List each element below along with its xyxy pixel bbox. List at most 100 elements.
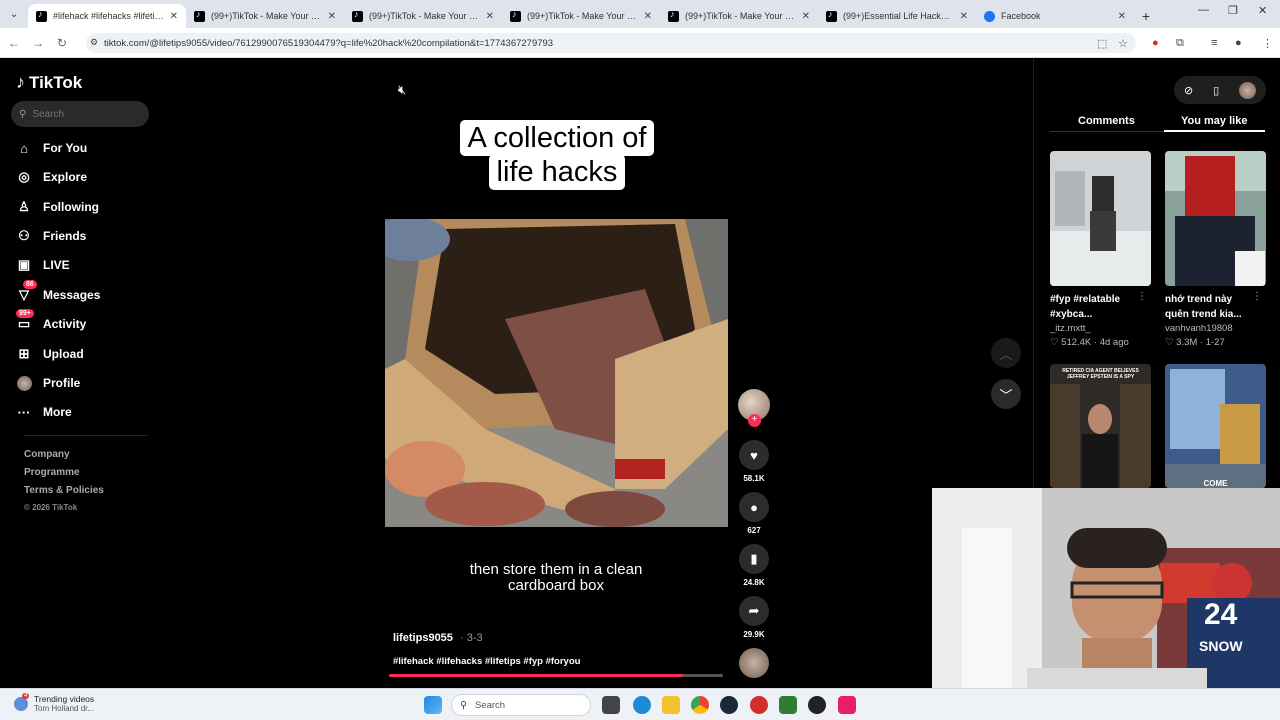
sidebar-item-more[interactable]: ··· More	[16, 404, 72, 420]
search-input[interactable]	[32, 108, 133, 120]
taskbar-search[interactable]: ⚲ Search	[451, 694, 591, 716]
edge-icon[interactable]	[633, 696, 651, 714]
sidebar-item-label: More	[43, 405, 72, 419]
file-explorer-icon[interactable]	[662, 696, 680, 714]
previous-video-chevron-up-icon[interactable]: ︿	[991, 338, 1021, 368]
muted-speaker-icon[interactable]: 🔇︎	[398, 82, 406, 98]
author-username[interactable]: lifetips9055	[393, 632, 453, 644]
tab-search-chevron-icon[interactable]: ⌄	[0, 0, 28, 28]
shirt-number: 24	[1204, 598, 1238, 631]
card-thumbnail[interactable]: COME	[1165, 364, 1266, 488]
sidebar-item-activity[interactable]: ▭ 99+ Activity	[16, 309, 86, 332]
browser-tab[interactable]: (99+)TikTok - Make Your Day ✕	[660, 4, 818, 28]
card-stats: ♡ 512.4K · 4d ago	[1050, 337, 1129, 348]
comment-button[interactable]: ● 627	[738, 492, 770, 535]
recommended-card[interactable]: COME	[1165, 364, 1266, 488]
green-app-icon[interactable]	[779, 696, 797, 714]
footer-terms-link[interactable]: Terms & Policies	[24, 485, 104, 496]
tiktok-icon	[194, 9, 205, 22]
sidebar-item-following[interactable]: ♙ Following	[16, 199, 99, 215]
windows-start-icon[interactable]	[424, 696, 442, 714]
window-close-icon[interactable]: ✕	[1258, 4, 1267, 17]
recommended-card[interactable]: RETIRED CIA AGENT BELIEVES JEFFREY EPSTE…	[1050, 364, 1151, 488]
close-icon[interactable]: ✕	[644, 11, 652, 22]
card-thumbnail[interactable]: RETIRED CIA AGENT BELIEVES JEFFREY EPSTE…	[1050, 364, 1151, 488]
card-thumbnail[interactable]	[1165, 151, 1266, 286]
sidebar-item-messages[interactable]: ▽ 86 Messages	[16, 280, 100, 303]
browser-tab[interactable]: (99+)Essential Life Hacks for Ev ✕	[818, 4, 976, 28]
save-button[interactable]: ▮ 24.8K	[738, 544, 770, 587]
close-icon[interactable]: ✕	[1118, 11, 1126, 22]
browser-menu-icon[interactable]: ⋮	[1262, 37, 1273, 50]
browser-tab-active[interactable]: #lifehack #lifehacks #lifetips #fyp ✕	[28, 4, 186, 28]
sidebar-item-for-you[interactable]: ⌂ For You	[16, 140, 87, 156]
sidebar-item-friends[interactable]: ⚇ Friends	[16, 228, 86, 244]
next-video-chevron-down-icon[interactable]: ﹀	[991, 379, 1021, 409]
title-line-2: life hacks	[488, 154, 626, 190]
url-field[interactable]: tiktok.com/@lifetips9055/video/761299007…	[86, 33, 1136, 53]
video-player[interactable]	[385, 219, 728, 527]
reload-icon[interactable]: ↻	[50, 36, 74, 50]
card-username[interactable]: _itz.mxtt_	[1050, 323, 1151, 334]
recommended-card[interactable]: nhớ trend này quên trend kia... vanhvanh1…	[1165, 151, 1266, 348]
sidebar-item-upload[interactable]: ⊞ Upload	[16, 346, 84, 362]
tab-groups-icon[interactable]: ≡	[1211, 37, 1217, 49]
sidebar-item-live[interactable]: ▣ LIVE	[16, 257, 70, 273]
card-title: nhớ trend này quên trend kia...	[1165, 294, 1242, 320]
extensions-puzzle-icon[interactable]: ⧉	[1176, 37, 1184, 50]
video-progress-bar[interactable]	[389, 674, 723, 677]
follow-plus-icon[interactable]: +	[748, 414, 761, 427]
video-hashtags[interactable]: #lifehack #lifehacks #lifetips #fyp #for…	[393, 656, 580, 667]
browser-tab[interactable]: (99+)TikTok - Make Your Day ✕	[186, 4, 344, 28]
red-app-icon[interactable]	[750, 696, 768, 714]
minimize-icon[interactable]: —	[1198, 4, 1209, 16]
close-icon[interactable]: ✕	[328, 11, 336, 22]
progress-fill	[389, 674, 683, 677]
restore-icon[interactable]: ❐	[1228, 4, 1238, 17]
obs-icon[interactable]	[808, 696, 826, 714]
card-username[interactable]: vanhvanh19808	[1165, 323, 1266, 334]
trending-widget[interactable]: 4 Trending videos Tom Holland dr...	[14, 692, 95, 713]
recommended-card[interactable]: #fyp #relatable #xybca... _itz.mxtt_ ♡ 51…	[1050, 151, 1151, 348]
site-info-icon[interactable]: ⚙	[90, 37, 98, 48]
install-app-icon[interactable]: ⬚	[1097, 37, 1107, 50]
sound-disc[interactable]	[739, 648, 769, 678]
profile-avatar-icon[interactable]: ●	[1235, 37, 1242, 49]
close-icon[interactable]: ✕	[170, 11, 178, 22]
extension-red-icon[interactable]: ●	[1152, 37, 1159, 49]
close-icon[interactable]: ✕	[960, 11, 968, 22]
chrome-icon[interactable]	[691, 696, 709, 714]
browser-tab[interactable]: (99+)TikTok - Make Your Day ✕	[502, 4, 660, 28]
forward-arrow-icon[interactable]: →	[26, 36, 50, 50]
browser-tab[interactable]: (99+)TikTok - Make Your Day ✕	[344, 4, 502, 28]
tab-comments[interactable]: Comments	[1078, 115, 1135, 127]
footer-company-link[interactable]: Company	[24, 449, 70, 460]
footer-programme-link[interactable]: Programme	[24, 467, 80, 478]
tiktok-app-icon[interactable]	[838, 696, 856, 714]
tiktok-logo[interactable]: ♪ TikTok	[16, 72, 82, 93]
card-more-icon[interactable]: ⋮	[1137, 291, 1147, 302]
close-icon[interactable]: ✕	[486, 11, 494, 22]
browser-tab[interactable]: Facebook ✕	[976, 4, 1134, 28]
steam-icon[interactable]	[720, 696, 738, 714]
new-tab-icon[interactable]: +	[1134, 4, 1158, 28]
search-box[interactable]: ⚲	[11, 101, 149, 127]
video-author[interactable]: lifetips9055 · 3-3	[393, 632, 483, 644]
like-count: 58.1K	[743, 474, 765, 483]
task-view-icon[interactable]	[602, 696, 620, 714]
close-icon[interactable]: ✕	[802, 11, 810, 22]
back-arrow-icon[interactable]: ←	[2, 36, 26, 50]
compass-small-icon[interactable]: ⊘	[1184, 84, 1193, 97]
user-avatar[interactable]	[1239, 81, 1257, 99]
share-button[interactable]: ➦ 29.9K	[738, 596, 770, 639]
card-more-icon[interactable]: ⋮	[1252, 291, 1262, 302]
like-button[interactable]: ♥ 58.1K	[738, 440, 770, 483]
tab-you-may-like[interactable]: You may like	[1181, 115, 1247, 127]
phone-icon[interactable]: ▯	[1213, 84, 1219, 97]
sidebar-item-profile[interactable]: Profile	[16, 375, 80, 391]
card-title: #fyp #relatable #xybca...	[1050, 294, 1121, 320]
sidebar-item-explore[interactable]: ◎ Explore	[16, 169, 87, 185]
bookmark-star-icon[interactable]: ☆	[1118, 37, 1128, 50]
trending-title: Trending videos	[34, 694, 95, 704]
card-thumbnail[interactable]	[1050, 151, 1151, 286]
